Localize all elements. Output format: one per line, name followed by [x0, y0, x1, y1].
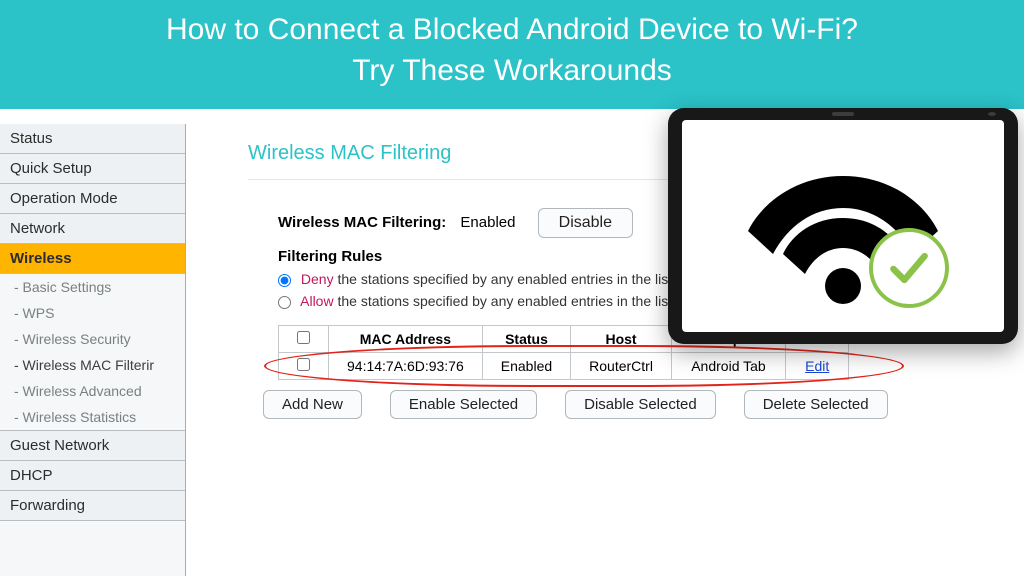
rule-deny-radio[interactable]: [278, 274, 291, 287]
edit-link[interactable]: Edit: [805, 358, 829, 374]
col-mac: MAC Address: [329, 326, 483, 353]
sidebar-item-quick-setup[interactable]: Quick Setup: [0, 154, 185, 184]
sidebar-item-dhcp[interactable]: DHCP: [0, 461, 185, 491]
sidebar-item-status[interactable]: Status: [0, 124, 185, 154]
tablet-screen: [682, 120, 1004, 332]
sidebar-nav: Status Quick Setup Operation Mode Networ…: [0, 124, 186, 576]
col-host: Host: [571, 326, 672, 353]
select-all-checkbox[interactable]: [297, 331, 310, 344]
rule-allow-radio[interactable]: [278, 296, 291, 309]
sidebar-item-guest-network[interactable]: Guest Network: [0, 430, 185, 461]
toggle-disable-button[interactable]: Disable: [538, 208, 633, 238]
delete-selected-button[interactable]: Delete Selected: [744, 390, 888, 419]
checkmark-icon: [869, 228, 949, 308]
rule-allow-keyword: Allow: [300, 293, 333, 309]
status-label: Wireless MAC Filtering:: [278, 214, 446, 231]
layout-gap: [186, 124, 208, 576]
tablet-illustration: [668, 108, 1018, 344]
banner-line2: Try These Workarounds: [20, 51, 1004, 92]
sidebar-item-operation-mode[interactable]: Operation Mode: [0, 184, 185, 214]
col-status: Status: [482, 326, 570, 353]
cell-description: Android Tab: [671, 353, 785, 380]
cell-host: RouterCtrl: [571, 353, 672, 380]
action-buttons-row: Add New Enable Selected Disable Selected…: [263, 390, 994, 419]
cell-status: Enabled: [482, 353, 570, 380]
sidebar-sub-wireless-statistics[interactable]: - Wireless Statistics: [0, 404, 185, 430]
rule-deny-keyword: Deny: [301, 271, 334, 287]
sidebar-sub-basic-settings[interactable]: - Basic Settings: [0, 274, 185, 300]
row-checkbox[interactable]: [297, 358, 310, 371]
article-banner: How to Connect a Blocked Android Device …: [0, 0, 1024, 109]
disable-selected-button[interactable]: Disable Selected: [565, 390, 716, 419]
wifi-icon: [743, 146, 943, 306]
col-checkbox: [279, 326, 329, 353]
sidebar-sub-wireless-advanced[interactable]: - Wireless Advanced: [0, 378, 185, 404]
sidebar-item-wireless[interactable]: Wireless: [0, 244, 185, 274]
sidebar-sub-wps[interactable]: - WPS: [0, 300, 185, 326]
sidebar-sub-wireless-security[interactable]: - Wireless Security: [0, 326, 185, 352]
table-row: 94:14:7A:6D:93:76 Enabled RouterCtrl And…: [279, 353, 849, 380]
cell-mac: 94:14:7A:6D:93:76: [329, 353, 483, 380]
status-value: Enabled: [460, 214, 515, 231]
sidebar-sub-wireless-mac-filtering[interactable]: - Wireless MAC Filterir: [0, 352, 185, 378]
banner-line1: How to Connect a Blocked Android Device …: [166, 13, 858, 46]
sidebar-item-network[interactable]: Network: [0, 214, 185, 244]
add-new-button[interactable]: Add New: [263, 390, 362, 419]
sidebar-item-forwarding[interactable]: Forwarding: [0, 491, 185, 521]
enable-selected-button[interactable]: Enable Selected: [390, 390, 537, 419]
